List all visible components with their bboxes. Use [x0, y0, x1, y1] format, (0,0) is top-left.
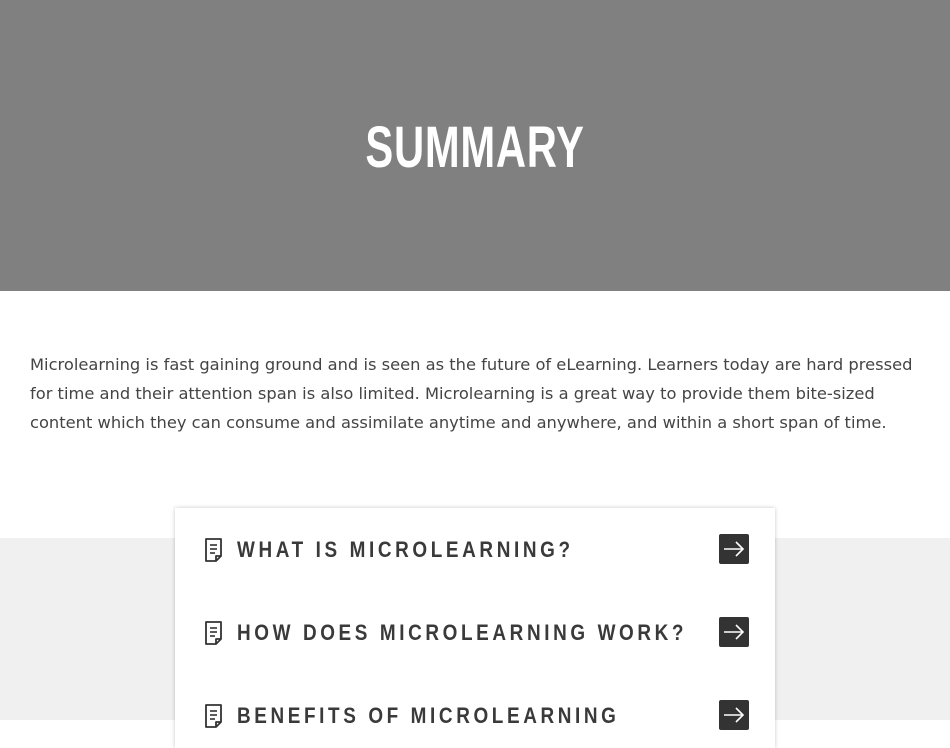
- menu-item-what-is-microlearning[interactable]: What is Microlearning?: [175, 520, 775, 580]
- page-title: Summary: [365, 115, 585, 180]
- document-icon: [205, 538, 222, 562]
- intro-paragraph: Microlearning is fast gaining ground and…: [30, 355, 913, 432]
- arrow-right-icon[interactable]: [719, 617, 749, 647]
- menu-item-benefits-of-microlearning[interactable]: Benefits of Microlearning: [175, 686, 775, 746]
- menu-item-label: What is Microlearning?: [237, 537, 574, 562]
- menu-item-how-does-microlearning-work[interactable]: How does Microlearning work?: [175, 603, 775, 663]
- document-icon: [205, 621, 222, 645]
- hero-banner: Summary: [0, 0, 950, 291]
- arrow-right-icon[interactable]: [719, 534, 749, 564]
- document-icon: [205, 704, 222, 728]
- arrow-right-icon[interactable]: [719, 700, 749, 730]
- menu-item-label: Benefits of Microlearning: [237, 703, 620, 728]
- menu-item-label: How does Microlearning work?: [237, 620, 688, 645]
- topics-card: What is Microlearning? How does Microlea…: [175, 508, 775, 748]
